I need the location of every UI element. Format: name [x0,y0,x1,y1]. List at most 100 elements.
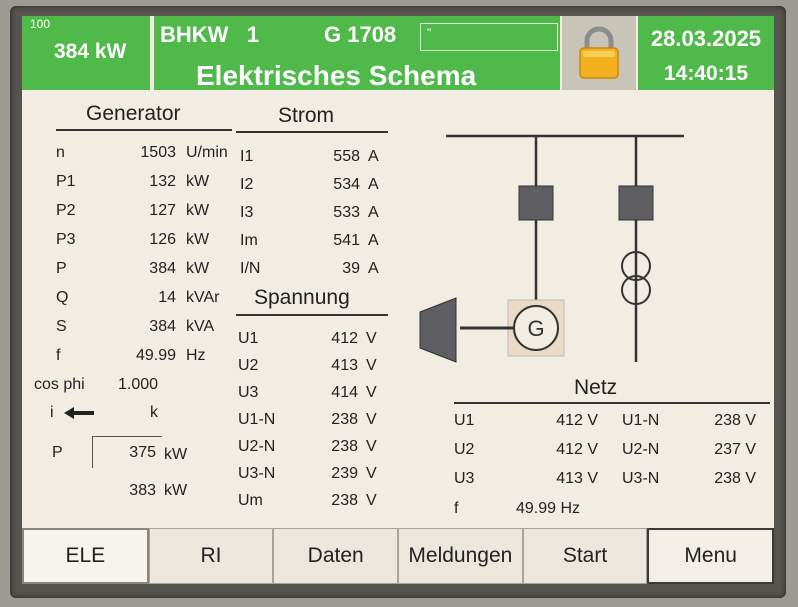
row-label: U3-N [238,465,276,482]
hmi-screen: 100 384 kW BHKW 1 G 1708 " Elektrisches … [22,16,774,584]
date-display: 28.03.2025 [650,26,762,51]
padlock-icon [579,26,619,79]
spannung-divider [236,314,388,316]
setpoint-label: P [52,444,63,461]
row-value: 534 [333,176,360,193]
row-unit: V [366,357,377,374]
row-value: 412 V [556,441,598,458]
bottom-menu: ELE RI Daten Meldungen Start Menu [22,528,774,584]
row-value-2: 238 V [714,412,756,429]
row-label: I1 [240,148,254,165]
spannung-row: Um 238 V [238,492,388,512]
menu-menu-button[interactable]: Menu [647,528,774,584]
menu-meldungen-button[interactable]: Meldungen [398,528,523,584]
row-label: P2 [56,202,76,219]
row-value: 413 V [556,470,598,487]
setpoint-value: 375 [129,444,156,461]
cosphi-value: 1.000 [118,376,159,393]
power-scale-label: 100 [30,17,51,31]
row-unit: V [366,465,377,482]
generator-heading: Generator [86,102,181,125]
row-label-2: U3-N [622,470,660,487]
row-label: I/N [240,260,261,277]
row-label: Q [56,289,69,306]
row-value-2: 237 V [714,441,756,458]
menu-daten-button[interactable]: Daten [273,528,399,584]
row-label: U2-N [238,438,276,455]
row-value: 238 [331,411,358,428]
row-unit: V [366,411,377,428]
menu-ri-button[interactable]: RI [148,528,274,584]
row-value: 239 [331,465,358,482]
strom-row: I3 533 A [240,204,390,224]
direction-row: i k [50,404,250,424]
row-label: I2 [240,176,254,193]
strom-row: Im 541 A [240,232,390,252]
k-label: k [150,404,158,421]
lock-button[interactable] [562,16,636,90]
generator-row: Q 14 kVAr [56,289,256,309]
header-text-field[interactable]: " [420,23,558,51]
row-unit: kVA [186,318,215,335]
engine-symbol [419,297,457,363]
strom-row: I1 558 A [240,148,390,168]
spannung-row: U2-N 238 V [238,438,388,458]
datetime-panel: 28.03.2025 14:40:15 [638,16,774,90]
row-label: U1 [238,330,259,347]
row-label: Im [240,232,258,249]
row-unit: V [366,438,377,455]
row-unit: A [368,148,379,165]
netz-row: U3 413 V U3-N 238 V [454,470,770,490]
row-unit: A [368,176,379,193]
row-label: U2 [454,441,475,458]
spannung-row: U2 413 V [238,357,388,377]
row-unit: A [368,204,379,221]
netz-f-value: 49.99 Hz [516,500,581,517]
strom-row: I/N 39 A [240,260,390,280]
row-value: 384 [149,318,176,335]
row-label: S [56,318,67,335]
row-label: P3 [56,231,76,248]
generator-row: S 384 kVA [56,318,256,338]
strom-row: I2 534 A [240,176,390,196]
generator-breaker [518,185,554,221]
row-value: 412 V [556,412,598,429]
setpoint-unit: kW [164,446,188,463]
menu-ele-button[interactable]: ELE [22,528,149,584]
generator-divider [56,129,232,131]
netz-heading: Netz [574,376,618,399]
generator-symbol-label: G [527,316,544,341]
strom-heading: Strom [278,104,335,127]
row-unit: U/min [186,144,228,161]
menu-start-button[interactable]: Start [522,528,648,584]
i-label: i [50,404,54,421]
row-unit: Hz [186,347,206,364]
row-unit: kVAr [186,289,220,306]
row-value: 413 [331,357,358,374]
generator-id: G 1708 [324,22,397,47]
left-arrow-icon [62,405,96,426]
row-label-2: U2-N [622,441,660,458]
row-value: 238 [331,438,358,455]
row-value: 384 [149,260,176,277]
row-value: 127 [149,202,176,219]
row-unit: A [368,232,379,249]
row-label: f [56,347,61,364]
row-unit: kW [186,231,210,248]
row-unit: A [368,260,379,277]
row-label: n [56,144,65,161]
row-value: 414 [331,384,358,401]
generator-row: P1 132 kW [56,173,256,193]
row-label: U3 [238,384,259,401]
row-unit: kW [186,202,210,219]
row-label: P1 [56,173,76,190]
row-label: Um [238,492,263,509]
row-value: 533 [333,204,360,221]
page-title: Elektrisches Schema [196,60,477,91]
cosphi-label: cos phi [34,376,85,393]
row-label: I3 [240,204,254,221]
time-display: 14:40:15 [663,62,749,85]
spannung-row: U1-N 238 V [238,411,388,431]
generator-row: n 1503 U/min [56,144,256,164]
generator-row: P3 126 kW [56,231,256,251]
